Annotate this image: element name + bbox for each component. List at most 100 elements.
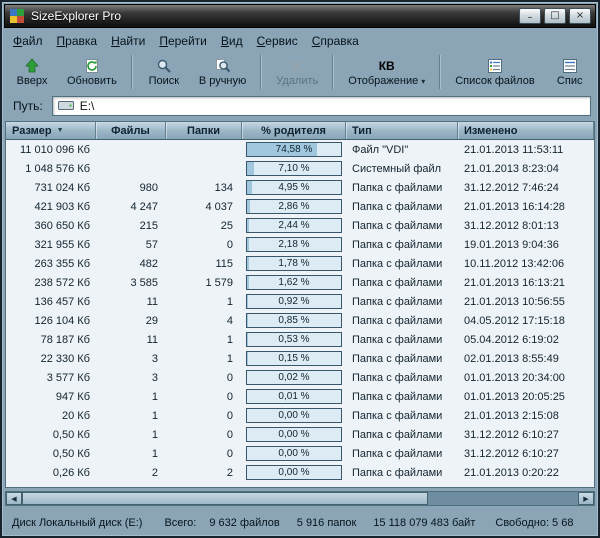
column-header-size[interactable]: Размер ▼ (6, 122, 96, 139)
table-row[interactable]: 947 Кб100,01 %Папка с файлами01.01.2013 … (6, 387, 594, 406)
close-button[interactable]: × (569, 8, 591, 24)
column-header-percent[interactable]: % родителя (242, 122, 346, 139)
search-button[interactable]: Поиск (138, 51, 190, 93)
cell-files: 57 (96, 239, 166, 251)
cell-percent: 0,00 % (242, 408, 346, 423)
percent-bar: 0,00 % (246, 427, 342, 442)
table-row[interactable]: 11 010 096 Кб74,58 %Файл "VDI"21.01.2013… (6, 140, 594, 159)
table-row[interactable]: 78 187 Кб1110,53 %Папка с файлами05.04.2… (6, 330, 594, 349)
cell-percent: 0,00 % (242, 427, 346, 442)
manual-search-button[interactable]: В ручную (190, 51, 255, 93)
refresh-button-label: Обновить (67, 76, 117, 87)
cell-folders: 115 (166, 258, 242, 270)
scrollbar-track[interactable] (22, 492, 578, 505)
table-row[interactable]: 0,50 Кб100,00 %Папка с файлами31.12.2012… (6, 444, 594, 463)
app-window: SizeExplorer Pro – □ × Файл Правка Найти… (0, 0, 600, 538)
toolbar: Вверх Обновить Поиск (6, 50, 598, 94)
percent-bar-fill (247, 200, 250, 213)
cell-modified: 21.01.2013 8:23:04 (458, 163, 594, 175)
column-header-type[interactable]: Тип (346, 122, 458, 139)
cell-size: 0,50 Кб (6, 448, 96, 460)
file-list-button-label: Список файлов (455, 76, 534, 87)
percent-bar: 0,92 % (246, 294, 342, 309)
cell-percent: 0,53 % (242, 332, 346, 347)
table-row[interactable]: 421 903 Кб4 2474 0372,86 %Папка с файлам… (6, 197, 594, 216)
cell-type: Файл "VDI" (346, 144, 458, 156)
table-row[interactable]: 0,26 Кб220,00 %Папка с файлами21.01.2013… (6, 463, 594, 482)
percent-bar-fill (247, 238, 249, 251)
cell-size: 321 955 Кб (6, 239, 96, 251)
table-row[interactable]: 321 955 Кб5702,18 %Папка с файлами19.01.… (6, 235, 594, 254)
table-row[interactable]: 20 Кб100,00 %Папка с файлами21.01.2013 2… (6, 406, 594, 425)
up-button[interactable]: Вверх (6, 51, 58, 93)
cell-folders: 0 (166, 410, 242, 422)
percent-bar: 0,53 % (246, 332, 342, 347)
table-row[interactable]: 3 577 Кб300,02 %Папка с файлами01.01.201… (6, 368, 594, 387)
menu-help[interactable]: Справка (305, 32, 366, 50)
menu-view[interactable]: Вид (214, 32, 250, 50)
menu-file[interactable]: Файл (6, 32, 50, 50)
path-input[interactable]: E:\ (52, 96, 591, 116)
refresh-button[interactable]: Обновить (58, 51, 126, 93)
table-row[interactable]: 0,50 Кб100,00 %Папка с файлами31.12.2012… (6, 425, 594, 444)
cell-type: Папка с файлами (346, 182, 458, 194)
list-button[interactable]: Спис (544, 51, 596, 93)
cell-folders: 2 (166, 467, 242, 479)
table-row[interactable]: 136 457 Кб1110,92 %Папка с файлами21.01.… (6, 292, 594, 311)
cell-type: Папка с файлами (346, 467, 458, 479)
minimize-button[interactable]: – (519, 8, 541, 24)
sort-indicator-icon: ▼ (57, 127, 64, 134)
cell-modified: 01.01.2013 20:34:00 (458, 372, 594, 384)
scrollbar-thumb[interactable] (22, 492, 428, 505)
cell-percent: 2,44 % (242, 218, 346, 233)
table-row[interactable]: 360 650 Кб215252,44 %Папка с файлами31.1… (6, 216, 594, 235)
cell-type: Папка с файлами (346, 239, 458, 251)
percent-label: 0,00 % (278, 448, 309, 459)
cell-files: 482 (96, 258, 166, 270)
horizontal-scrollbar: ◀ ▶ (5, 491, 595, 506)
cell-files: 1 (96, 410, 166, 422)
cell-modified: 21.01.2013 2:15:08 (458, 410, 594, 422)
cell-folders: 4 (166, 315, 242, 327)
column-header-modified[interactable]: Изменено (458, 122, 594, 139)
cell-modified: 19.01.2013 9:04:36 (458, 239, 594, 251)
cell-type: Папка с файлами (346, 220, 458, 232)
cell-size: 731 024 Кб (6, 182, 96, 194)
percent-label: 1,78 % (278, 258, 309, 269)
table-row[interactable]: 1 048 576 Кб7,10 %Системный файл21.01.20… (6, 159, 594, 178)
scroll-right-button[interactable]: ▶ (578, 492, 594, 505)
percent-label: 0,53 % (278, 334, 309, 345)
cell-percent: 1,78 % (242, 256, 346, 271)
cell-modified: 04.05.2012 17:15:18 (458, 315, 594, 327)
cell-percent: 0,02 % (242, 370, 346, 385)
cell-type: Папка с файлами (346, 372, 458, 384)
cell-percent: 4,95 % (242, 180, 346, 195)
cell-files: 29 (96, 315, 166, 327)
menu-edit[interactable]: Правка (50, 32, 105, 50)
menu-find[interactable]: Найти (104, 32, 152, 50)
cell-modified: 31.12.2012 7:46:24 (458, 182, 594, 194)
file-list-button[interactable]: Список файлов (446, 51, 543, 93)
column-header-files[interactable]: Файлы (96, 122, 166, 139)
maximize-button[interactable]: □ (544, 8, 566, 24)
menu-service[interactable]: Сервис (250, 32, 305, 50)
table-row[interactable]: 263 355 Кб4821151,78 %Папка с файлами10.… (6, 254, 594, 273)
table-row[interactable]: 126 104 Кб2940,85 %Папка с файлами04.05.… (6, 311, 594, 330)
cell-type: Папка с файлами (346, 391, 458, 403)
table-row[interactable]: 731 024 Кб9801344,95 %Папка с файлами31.… (6, 178, 594, 197)
cell-size: 3 577 Кб (6, 372, 96, 384)
percent-label: 0,01 % (278, 391, 309, 402)
column-header-folders[interactable]: Папки (166, 122, 242, 139)
cell-size: 238 572 Кб (6, 277, 96, 289)
cell-size: 11 010 096 Кб (6, 144, 96, 156)
table-row[interactable]: 22 330 Кб310,15 %Папка с файлами02.01.20… (6, 349, 594, 368)
display-units-button[interactable]: КВ Отображение▾ (339, 51, 434, 93)
cell-modified: 21.01.2013 10:56:55 (458, 296, 594, 308)
cell-percent: 7,10 % (242, 161, 346, 176)
cell-percent: 0,00 % (242, 465, 346, 480)
delete-button[interactable]: Удалить (267, 51, 327, 93)
status-free-space: Свободно: 5 68 (495, 517, 573, 529)
menu-go[interactable]: Перейти (152, 32, 214, 50)
scroll-left-button[interactable]: ◀ (6, 492, 22, 505)
table-row[interactable]: 238 572 Кб3 5851 5791,62 %Папка с файлам… (6, 273, 594, 292)
